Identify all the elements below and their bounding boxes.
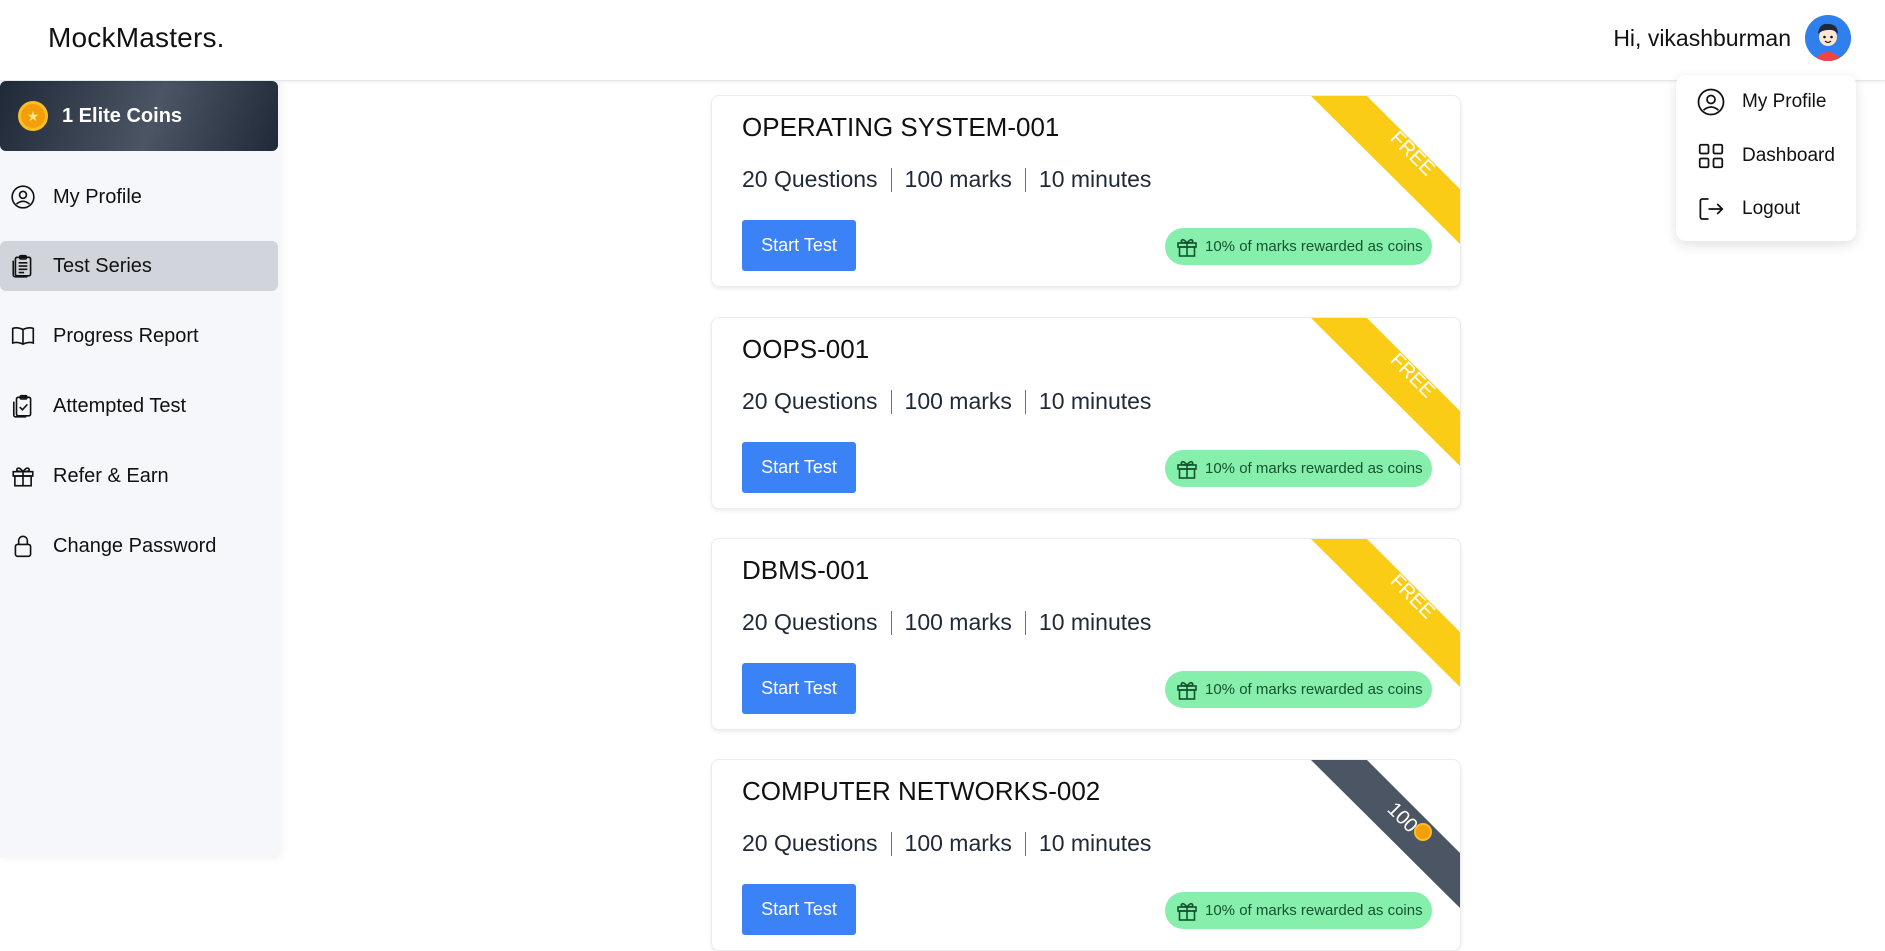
avatar[interactable] [1805,15,1851,61]
total-marks: 100 marks [904,609,1012,635]
app-logo[interactable]: MockMasters. [48,22,225,54]
open-book-icon [11,326,35,346]
divider [890,167,892,192]
question-count: 20 Questions [742,166,878,192]
elite-coins-banner[interactable]: ★ 1 Elite Coins [0,81,278,151]
divider [890,831,892,856]
divider [1024,610,1026,635]
test-duration: 10 minutes [1038,830,1152,856]
coin-icon: ★ [18,101,48,131]
lock-icon [14,535,32,558]
dropdown-item-dashboard[interactable]: Dashboard [1696,140,1835,172]
user-circle-icon [11,185,35,209]
test-meta: 20 Questions 100 marks 10 minutes [742,388,1151,415]
divider [890,610,892,635]
sidebar-item-test-series[interactable]: Test Series [0,241,278,291]
sidebar-item-progress-report[interactable]: Progress Report [0,311,278,361]
divider [1024,389,1026,414]
test-duration: 10 minutes [1038,166,1152,192]
sidebar-item-label: Test Series [53,254,152,277]
test-card: OPERATING SYSTEM-001 20 Questions 100 ma… [711,95,1461,287]
free-ribbon: FREE [1311,539,1460,688]
start-test-button[interactable]: Start Test [742,220,856,271]
dropdown-item-label: Logout [1742,198,1801,219]
divider [1024,831,1026,856]
avatar-icon [1805,15,1851,61]
profile-dropdown-menu: My Profile Dashboard Logout [1676,75,1856,241]
gift-icon [1177,460,1197,479]
test-title: COMPUTER NETWORKS-002 [742,776,1101,806]
top-header: MockMasters. Hi, vikashburman [0,0,1885,81]
sidebar-item-label: Change Password [53,534,217,557]
elite-coins-label: 1 Elite Coins [62,104,183,127]
user-greeting: Hi, vikashburman [1613,25,1791,51]
sidebar-item-label: My Profile [53,185,142,208]
test-duration: 10 minutes [1038,609,1152,635]
sidebar-item-label: Progress Report [53,324,199,347]
gift-icon [1177,238,1197,257]
clipboard-check-icon [12,394,32,418]
grid-icon [1698,143,1724,169]
sidebar: ★ 1 Elite Coins My Profile Test Series P… [0,81,278,858]
total-marks: 100 marks [904,388,1012,414]
test-meta: 20 Questions 100 marks 10 minutes [742,830,1151,857]
question-count: 20 Questions [742,388,878,414]
gift-icon [1177,681,1197,700]
gift-icon [1177,902,1197,921]
dropdown-item-label: My Profile [1742,91,1827,112]
question-count: 20 Questions [742,609,878,635]
start-test-button[interactable]: Start Test [742,663,856,714]
sidebar-item-change-password[interactable]: Change Password [0,521,278,571]
test-title: OOPS-001 [742,334,870,364]
divider [890,389,892,414]
sidebar-item-my-profile[interactable]: My Profile [0,172,278,222]
dropdown-item-label: Dashboard [1742,145,1835,166]
gift-icon [12,467,34,487]
logout-icon [1699,198,1724,220]
test-duration: 10 minutes [1038,388,1152,414]
test-meta: 20 Questions 100 marks 10 minutes [742,609,1151,636]
test-card: DBMS-001 20 Questions 100 marks 10 minut… [711,538,1461,730]
question-count: 20 Questions [742,830,878,856]
test-title: OPERATING SYSTEM-001 [742,112,1060,142]
dropdown-item-logout[interactable]: Logout [1696,193,1800,225]
sidebar-item-label: Refer & Earn [53,464,169,487]
free-ribbon: FREE [1311,96,1460,245]
user-circle-icon [1697,88,1725,116]
sidebar-item-label: Attempted Test [53,394,187,417]
test-title: DBMS-001 [742,555,870,585]
sidebar-item-refer-earn[interactable]: Refer & Earn [0,451,278,501]
free-ribbon: FREE [1311,318,1460,467]
dropdown-item-my-profile[interactable]: My Profile [1696,86,1826,118]
test-card: COMPUTER NETWORKS-002 20 Questions 100 m… [711,759,1461,951]
sidebar-item-attempted-test[interactable]: Attempted Test [0,381,278,431]
start-test-button[interactable]: Start Test [742,442,856,493]
test-card: OOPS-001 20 Questions 100 marks 10 minut… [711,317,1461,509]
total-marks: 100 marks [904,166,1012,192]
divider [1024,167,1026,192]
coin-price-ribbon: 100 [1311,760,1460,909]
coin-icon [1414,823,1432,841]
test-meta: 20 Questions 100 marks 10 minutes [742,166,1151,193]
total-marks: 100 marks [904,830,1012,856]
start-test-button[interactable]: Start Test [742,884,856,935]
clipboard-list-icon [12,254,32,278]
